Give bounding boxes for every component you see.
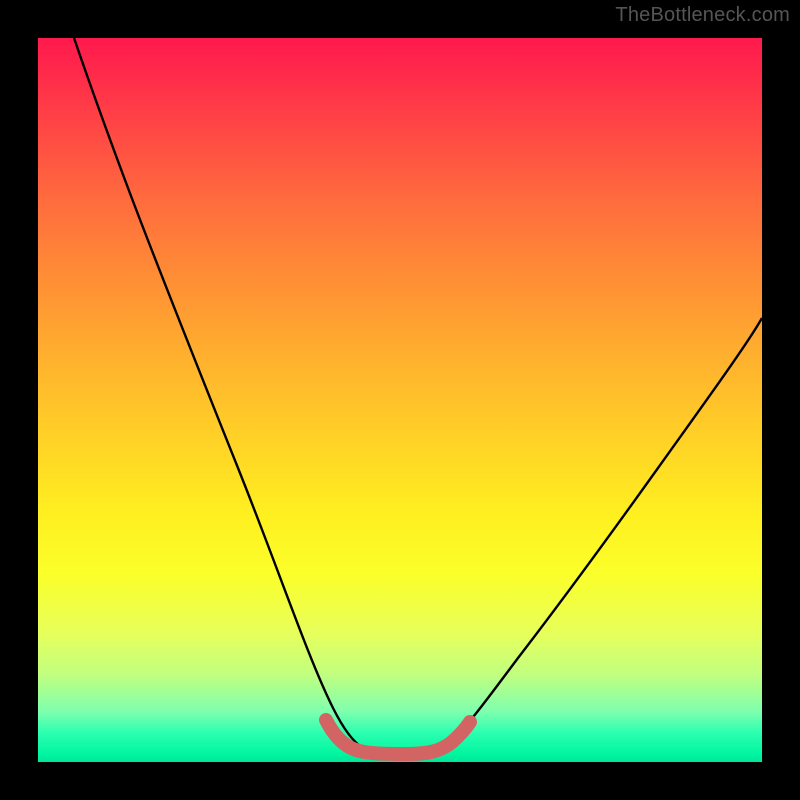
chart-frame: TheBottleneck.com [0, 0, 800, 800]
chart-svg [38, 38, 762, 762]
bottleneck-curve-line [74, 38, 762, 752]
watermark-text: TheBottleneck.com [615, 4, 790, 27]
plot-area [38, 38, 762, 762]
optimal-band-highlight [326, 720, 470, 754]
